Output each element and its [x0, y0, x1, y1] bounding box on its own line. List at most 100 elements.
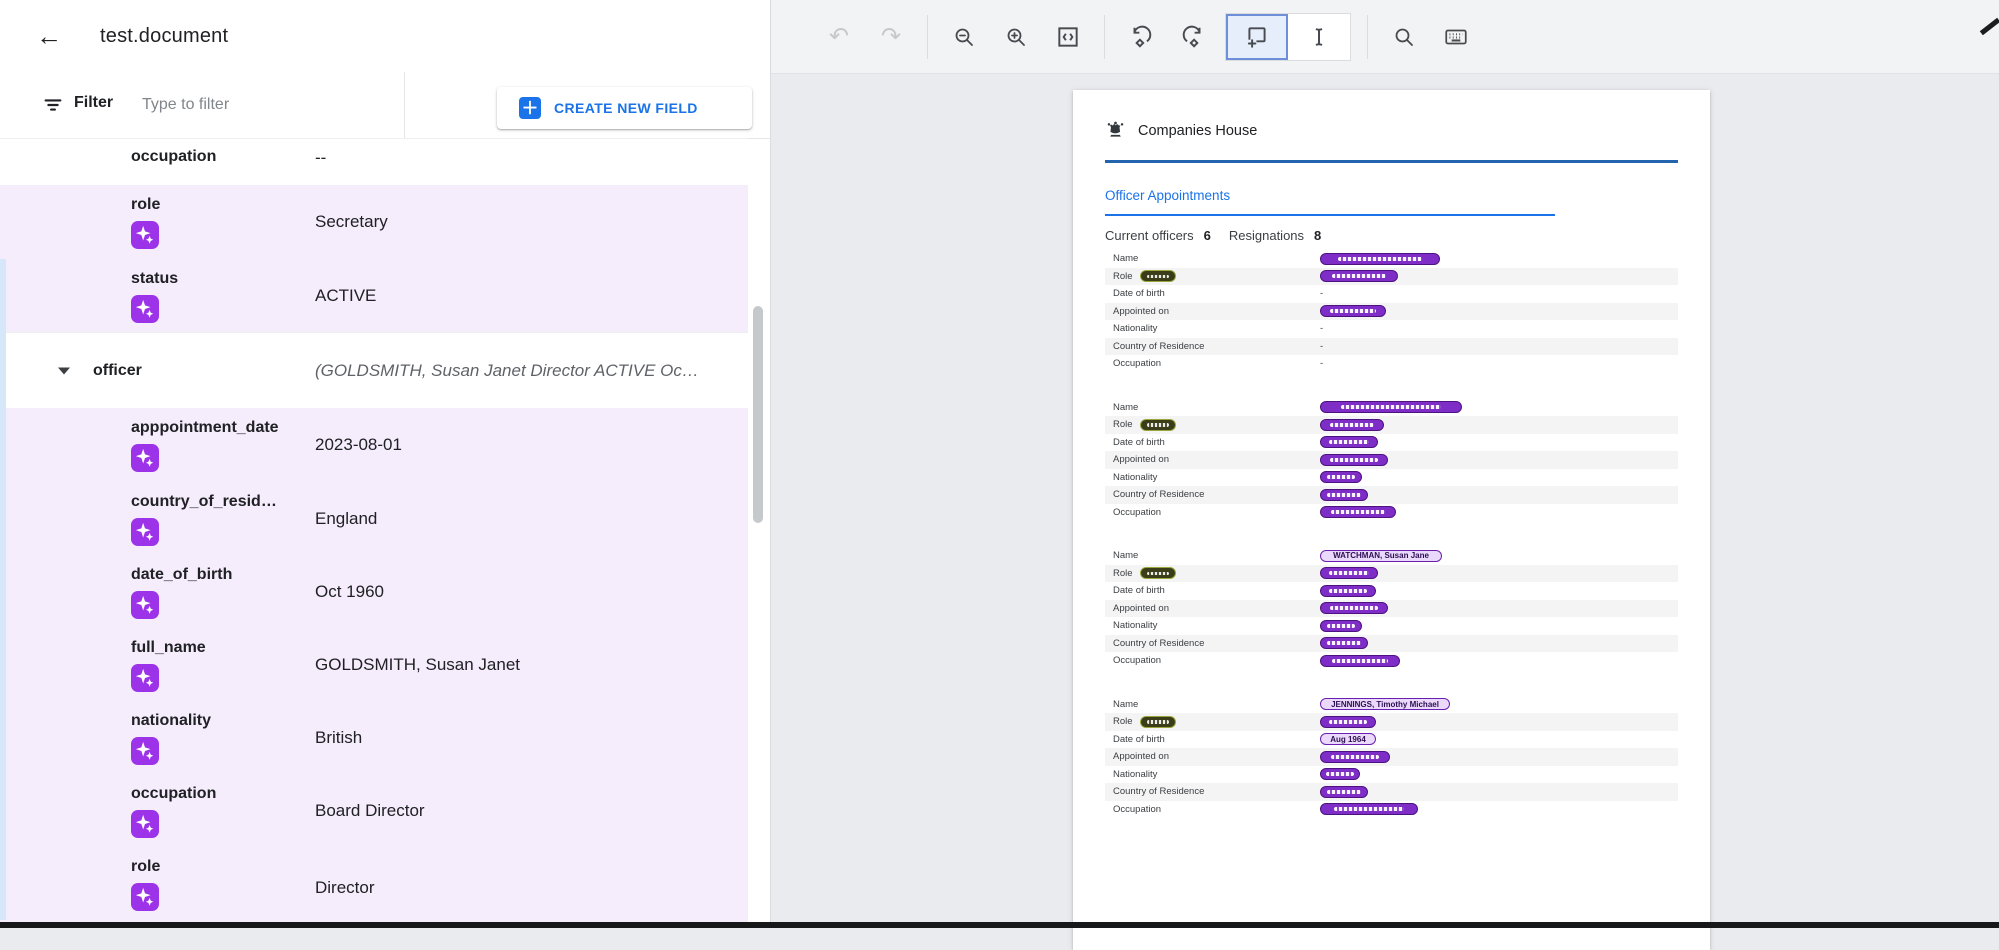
- back-arrow-icon[interactable]: ←: [36, 23, 62, 49]
- keyboard-button[interactable]: [1430, 13, 1482, 61]
- officer-row: Country of Residence: [1105, 486, 1678, 504]
- entity-pill-selected[interactable]: JENNINGS, Timothy Michael: [1320, 698, 1450, 710]
- rotate-left-button[interactable]: [1115, 13, 1167, 61]
- entity-pill-selected[interactable]: WATCHMAN, Susan Jane: [1320, 550, 1442, 562]
- officer-row-label: Occupation: [1105, 655, 1161, 666]
- entity-pill[interactable]: [1320, 506, 1396, 518]
- officer-row-label: Appointed on: [1105, 603, 1169, 614]
- entity-pill[interactable]: [1320, 602, 1388, 614]
- officer-row-value: [1320, 751, 1390, 763]
- ai-sparkle-icon: [131, 444, 159, 472]
- scrollbar-thumb[interactable]: [753, 306, 763, 523]
- active-status-badge[interactable]: [1140, 716, 1176, 728]
- officer-row-value: [1320, 786, 1368, 798]
- zoom-in-button[interactable]: [990, 13, 1042, 61]
- entity-pill[interactable]: [1320, 620, 1362, 632]
- select-box-tool[interactable]: [1226, 14, 1288, 60]
- active-status-badge[interactable]: [1140, 567, 1176, 579]
- officer-row-value: Aug 1964: [1320, 733, 1376, 745]
- field-value: Secretary: [315, 212, 388, 232]
- summary-label: Current officers: [1105, 228, 1194, 243]
- field-row-country_of_resid[interactable]: country_of_resid…England: [0, 482, 748, 555]
- officer-row: Appointed on: [1105, 748, 1678, 766]
- officer-row-value: [1320, 803, 1418, 815]
- active-status-badge[interactable]: [1140, 419, 1176, 431]
- officer-row-label: Role: [1105, 419, 1133, 430]
- viewer-toolbar: ↶ ↷: [771, 0, 1999, 74]
- entity-pill[interactable]: [1320, 401, 1462, 413]
- officer-block: NameJENNINGS, Timothy MichaelRoleDate of…: [1105, 696, 1678, 819]
- officer-row-label: Nationality: [1105, 323, 1157, 334]
- entity-pill[interactable]: [1320, 751, 1390, 763]
- field-value: ACTIVE: [315, 286, 376, 306]
- field-row-role[interactable]: roleSecretary: [0, 185, 748, 259]
- entity-pill[interactable]: [1320, 489, 1368, 501]
- officer-summary: Current officers6Resignations8: [1105, 228, 1339, 243]
- filter-input[interactable]: [140, 86, 394, 124]
- field-row-date_of_birth[interactable]: date_of_birthOct 1960: [0, 555, 748, 628]
- field-row-apppointment_date[interactable]: apppointment_date2023-08-01: [0, 408, 748, 482]
- zoom-out-button[interactable]: [938, 13, 990, 61]
- field-row-occupation[interactable]: occupation--: [0, 138, 748, 185]
- field-row-nationality[interactable]: nationalityBritish: [0, 701, 748, 774]
- field-row-full_name[interactable]: full_nameGOLDSMITH, Susan Janet: [0, 628, 748, 701]
- rotate-right-button[interactable]: [1167, 13, 1219, 61]
- entity-pill[interactable]: [1320, 471, 1362, 483]
- select-text-tool[interactable]: [1288, 14, 1350, 60]
- entity-pill[interactable]: [1320, 803, 1418, 815]
- field-value: Director: [315, 878, 375, 898]
- officer-row-value: [1320, 436, 1378, 448]
- field-row-role[interactable]: role Director: [0, 847, 748, 928]
- entity-pill[interactable]: [1320, 454, 1388, 466]
- field-value: --: [315, 148, 326, 168]
- officer-row: Occupation: [1105, 504, 1678, 522]
- empty-value: -: [1320, 323, 1323, 334]
- field-row-occupation[interactable]: occupationBoard Director: [0, 774, 748, 847]
- redo-button[interactable]: ↷: [865, 13, 917, 61]
- zoom-out-icon: [952, 25, 976, 49]
- officer-row: Country of Residence: [1105, 635, 1678, 653]
- entity-pill-text: JENNINGS, Timothy Michael: [1327, 700, 1443, 709]
- active-status-badge[interactable]: [1140, 270, 1176, 282]
- officer-row: Role: [1105, 713, 1678, 731]
- toolbar-separator: [1367, 15, 1368, 59]
- document-page[interactable]: Companies House Officer Appointments Cur…: [1073, 90, 1710, 950]
- entity-pill[interactable]: [1320, 305, 1386, 317]
- officer-row: Date of birth: [1105, 582, 1678, 600]
- entity-pill-selected[interactable]: Aug 1964: [1320, 733, 1376, 745]
- collapse-triangle-icon[interactable]: [58, 367, 70, 374]
- field-row-status[interactable]: statusACTIVE: [0, 259, 748, 332]
- field-value: (GOLDSMITH, Susan Janet Director ACTIVE …: [315, 361, 699, 381]
- entity-pill[interactable]: [1320, 253, 1440, 265]
- entity-pill[interactable]: [1320, 786, 1368, 798]
- fields-panel: ← test.document Filter ＋ CREATE NEW FIEL…: [0, 0, 771, 928]
- rotate-right-icon: [1180, 24, 1206, 50]
- officer-row-value: [1320, 716, 1376, 728]
- search-button[interactable]: [1378, 13, 1430, 61]
- entity-pill[interactable]: [1320, 655, 1400, 667]
- summary-count: 8: [1314, 228, 1321, 243]
- text-select-icon: [1307, 25, 1331, 49]
- create-new-field-button[interactable]: ＋ CREATE NEW FIELD: [497, 87, 752, 129]
- create-new-field-label: CREATE NEW FIELD: [554, 100, 698, 116]
- fit-page-button[interactable]: [1042, 13, 1094, 61]
- entity-pill[interactable]: [1320, 436, 1378, 448]
- field-value: GOLDSMITH, Susan Janet: [315, 655, 520, 675]
- officer-row-value: JENNINGS, Timothy Michael: [1320, 698, 1450, 710]
- entity-pill[interactable]: [1320, 419, 1384, 431]
- officer-row: Appointed on: [1105, 600, 1678, 618]
- field-label: role: [131, 858, 160, 876]
- entity-pill[interactable]: [1320, 585, 1376, 597]
- entity-pill[interactable]: [1320, 716, 1376, 728]
- field-row-officer[interactable]: officer(GOLDSMITH, Susan Janet Director …: [0, 332, 748, 408]
- officer-row-label: Nationality: [1105, 620, 1157, 631]
- entity-pill[interactable]: [1320, 637, 1368, 649]
- entity-pill[interactable]: [1320, 270, 1398, 282]
- officer-row-value: [1320, 567, 1378, 579]
- undo-button[interactable]: ↶: [813, 13, 865, 61]
- entity-pill[interactable]: [1320, 768, 1360, 780]
- officer-block: NameRoleDate of birthAppointed onNationa…: [1105, 399, 1678, 522]
- ai-sparkle-icon: [131, 591, 159, 619]
- entity-pill[interactable]: [1320, 567, 1378, 579]
- fit-page-icon: [1055, 24, 1081, 50]
